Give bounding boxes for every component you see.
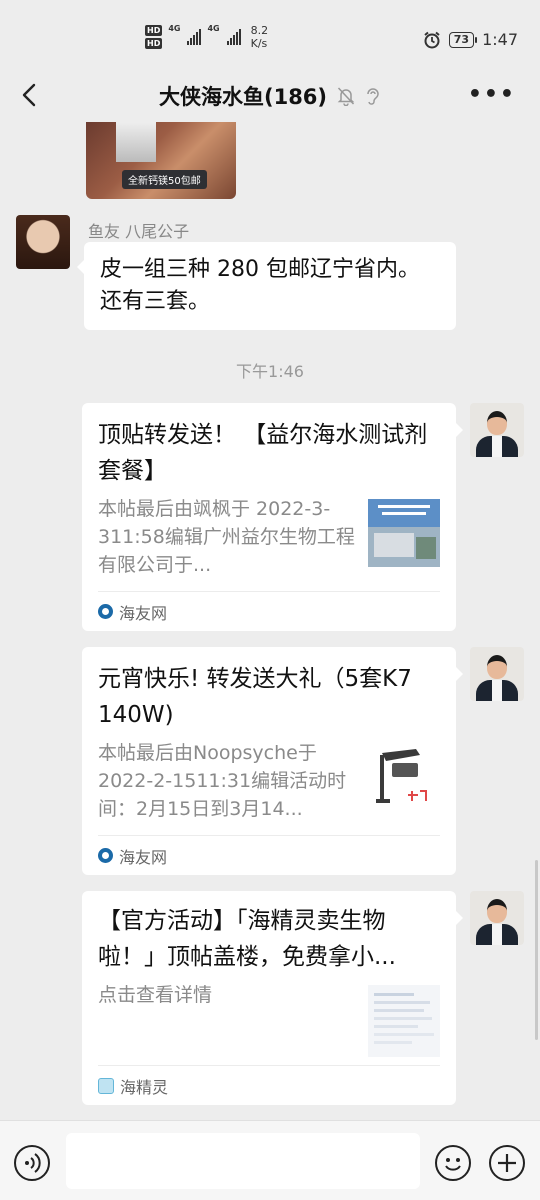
message-input[interactable] (66, 1133, 420, 1189)
message-timestamp: 下午1:46 (236, 362, 304, 381)
message-list[interactable]: 全新钙镁50包邮 鱼友 八尾公子 皮一组三种 280 包邮辽宁省内。还有三套。 … (0, 122, 540, 1120)
plus-icon (498, 1154, 516, 1172)
link-card[interactable]: 元宵快乐! 转发送大礼（5套K7 140W) 本帖最后由Noopsyche于20… (82, 647, 463, 875)
network-speed: 8.2 K/s (250, 24, 269, 50)
card-title: 【官方活动】「海精灵卖生物啦！」顶帖盖楼，免费拿小... (98, 908, 396, 970)
link-card[interactable]: 【官方活动】「海精灵卖生物啦！」顶帖盖楼，免费拿小... 点击查看详情 海精灵 (82, 891, 463, 1105)
avatar[interactable] (470, 647, 524, 701)
smiley-icon (445, 1158, 461, 1171)
sender-name: 鱼友 八尾公子 (88, 222, 190, 241)
source-name: 海精灵 (120, 1077, 169, 1097)
card-thumbnail (368, 499, 440, 567)
ear-icon (367, 88, 379, 105)
avatar[interactable] (470, 891, 524, 945)
image-message[interactable]: 全新钙镁50包邮 (86, 122, 236, 199)
signal-icon (187, 29, 202, 45)
card-thumbnail (368, 985, 440, 1057)
voice-icon (25, 1153, 41, 1173)
more-functions-button[interactable] (489, 1145, 525, 1181)
image-banner: 全新钙镁50包邮 (122, 170, 207, 189)
card-source: 海精灵 (98, 1065, 440, 1105)
card-source: 海友网 (98, 835, 440, 875)
card-source: 海友网 (98, 591, 440, 631)
source-logo-icon (98, 848, 113, 863)
network-type-1: 4G (168, 24, 181, 33)
more-options-icon[interactable]: ••• (468, 82, 516, 107)
source-name: 海友网 (119, 847, 168, 867)
alarm-icon (424, 31, 440, 48)
network-status: HD HD 4G 4G 8.2 K/s (145, 24, 268, 50)
system-status: 73 1:47 (423, 30, 518, 49)
voice-input-button[interactable] (14, 1145, 50, 1181)
card-title: 顶贴转发送！ 【益尔海水测试剂套餐】 (98, 422, 428, 484)
title-area: 大侠海水鱼(186) (0, 81, 540, 111)
emoji-button[interactable] (435, 1145, 471, 1181)
card-description: 点击查看详情 (98, 984, 213, 1006)
signal-icon (226, 29, 241, 45)
source-logo-icon (98, 604, 113, 619)
hd-badge-2: HD (145, 38, 163, 49)
clock: 1:47 (482, 30, 518, 49)
link-card[interactable]: 顶贴转发送！ 【益尔海水测试剂套餐】 本帖最后由飒枫于 2022-3-311:5… (82, 403, 463, 631)
avatar[interactable] (470, 403, 524, 457)
avatar[interactable] (16, 215, 70, 269)
card-thumbnail (368, 743, 440, 815)
input-bar (0, 1120, 540, 1200)
product-image (116, 122, 156, 162)
text-message[interactable]: 皮一组三种 280 包邮辽宁省内。还有三套。 (77, 242, 456, 330)
scrollbar[interactable] (535, 860, 538, 1040)
network-type-2: 4G (207, 24, 220, 33)
hd-badge-1: HD (145, 25, 163, 36)
chat-title: 大侠海水鱼(186) (158, 85, 328, 109)
mute-bell-icon (337, 87, 355, 106)
status-bar: HD HD 4G 4G 8.2 K/s 73 1:47 (0, 0, 540, 70)
card-description: 本帖最后由Noopsyche于2022-2-1511:31编辑活动时间：2月15… (98, 742, 347, 820)
chat-header: 大侠海水鱼(186) ••• (0, 70, 540, 122)
source-logo-icon (98, 1077, 114, 1094)
source-name: 海友网 (119, 603, 168, 623)
card-description: 本帖最后由飒枫于 2022-3-311:58编辑广州益尔生物工程有限公司于... (98, 498, 355, 576)
card-title: 元宵快乐! 转发送大礼（5套K7 140W) (98, 666, 412, 728)
battery-level: 73 (448, 31, 478, 48)
